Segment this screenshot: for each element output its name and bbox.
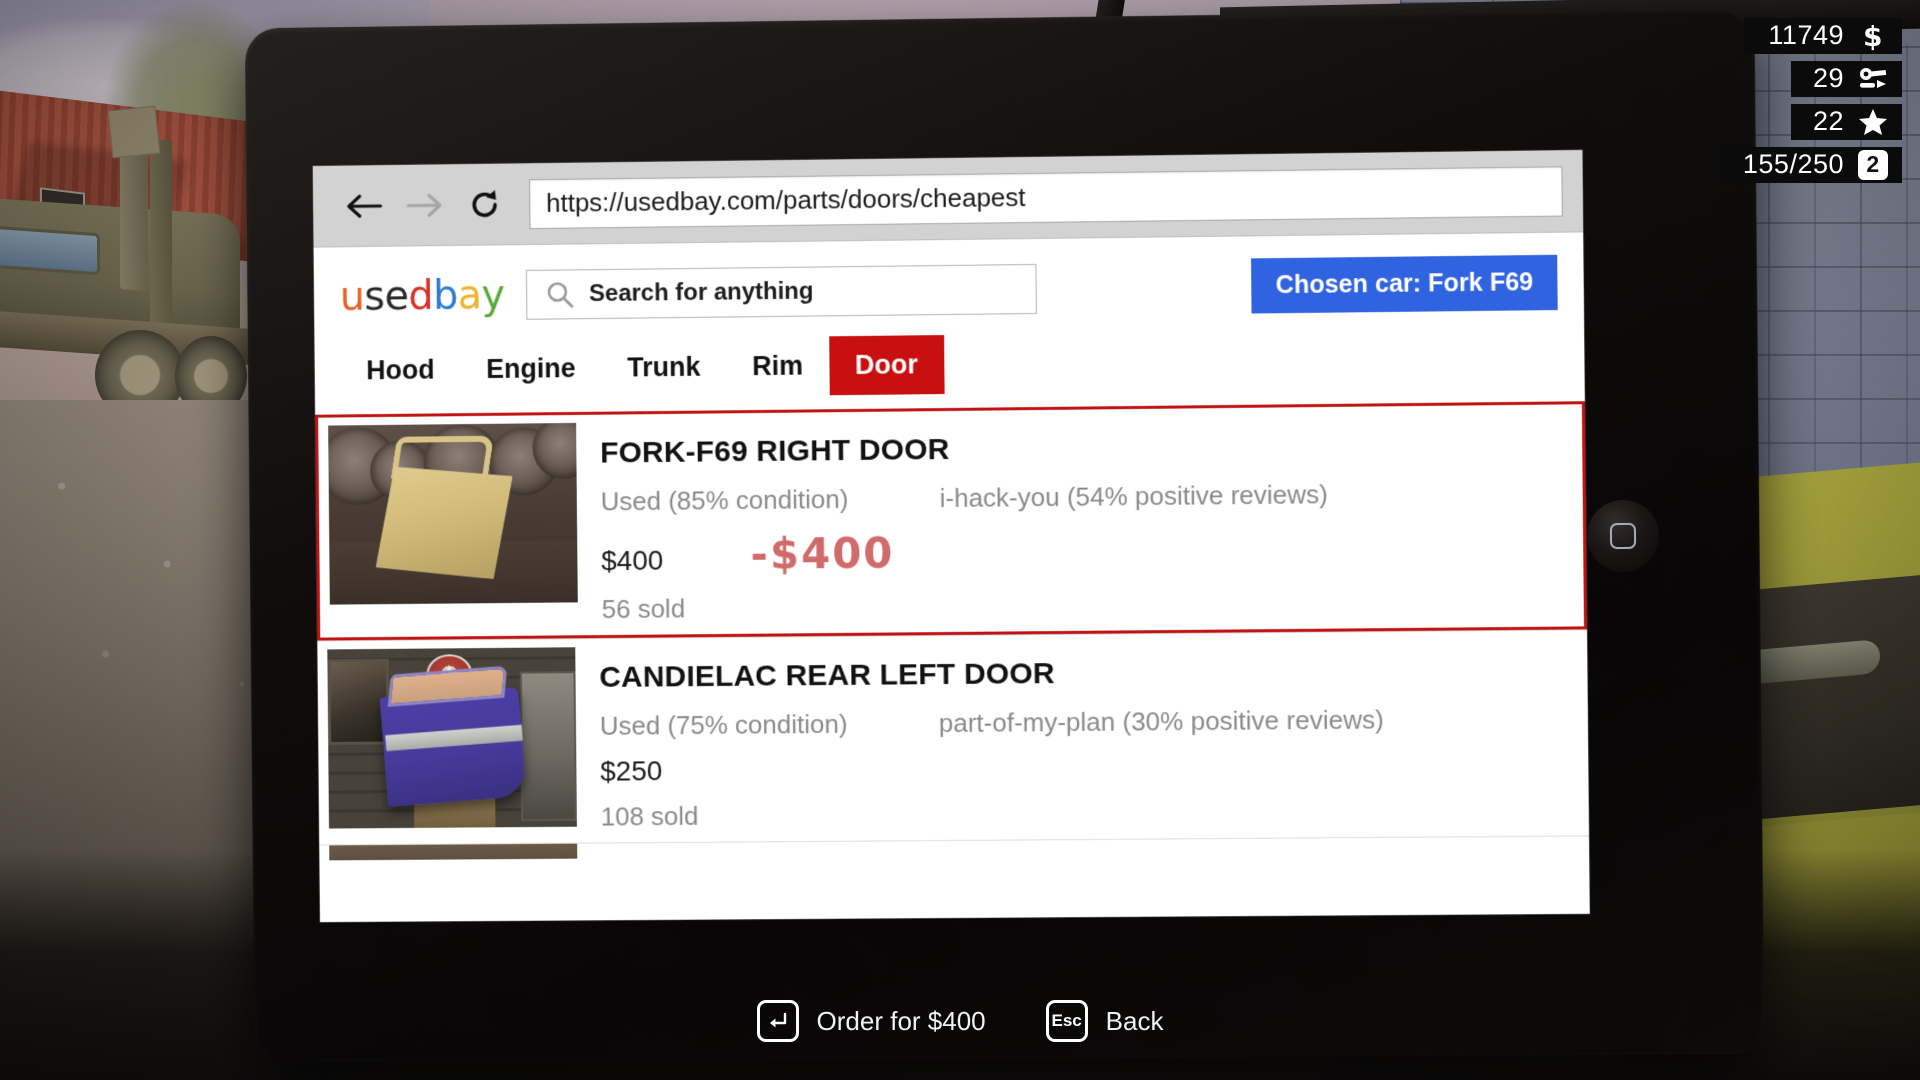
listing-seller: i-hack-you (54% positive reviews) — [939, 479, 1329, 514]
svg-text:$: $ — [1863, 21, 1883, 51]
hint-back[interactable]: Esc Back — [1045, 1000, 1164, 1042]
search-icon — [545, 279, 575, 309]
listing-thumbnail-candielac-door: ★ — [327, 647, 577, 829]
truck-rail — [150, 139, 172, 331]
tab-trunk[interactable]: Trunk — [601, 337, 726, 397]
tablet-screen: https://usedbay.com/parts/doors/cheapest… — [312, 149, 1590, 923]
logo-char-a: a — [457, 271, 482, 319]
hud-experience-value: 155/250 — [1742, 149, 1844, 179]
chosen-car-button[interactable]: Chosen car: Fork F69 — [1251, 254, 1558, 314]
listing-price: $400 — [601, 544, 664, 577]
hint-order-label: Order for $400 — [816, 1005, 986, 1036]
tab-rim[interactable]: Rim — [726, 336, 829, 396]
listing-price-row: $400 -$400 — [601, 522, 1563, 580]
listing-meta: Used (75% condition) part-of-my-plan (30… — [600, 703, 1568, 742]
hud-wrench: 29 — [1790, 61, 1902, 97]
site-header: usedbay Search for anything Chosen car: … — [314, 232, 1584, 332]
tab-door[interactable]: Door — [828, 335, 945, 396]
listing-meta: Used (85% condition) i-hack-you (54% pos… — [601, 477, 1563, 518]
hud: 11749 $ 29 22 155/250 2 — [1662, 18, 1902, 190]
enter-key-icon — [756, 1000, 799, 1042]
url-text: https://usedbay.com/parts/doors/cheapest — [546, 182, 1026, 218]
search-placeholder: Search for anything — [588, 277, 814, 307]
usedbay-logo[interactable]: usedbay — [340, 272, 505, 320]
listing-price: $250 — [600, 755, 663, 787]
home-square-icon — [1609, 522, 1637, 550]
listing-results: FORK-F69 RIGHT DOOR Used (85% condition)… — [315, 401, 1590, 861]
mechanic-tools-icon — [1858, 66, 1888, 92]
logo-char-d: d — [408, 272, 434, 319]
logo-char-s: s — [364, 273, 385, 320]
hud-stars-value: 22 — [1812, 106, 1844, 136]
listing-condition: Used (85% condition) — [600, 484, 849, 517]
star-icon — [1858, 108, 1888, 136]
shop-door — [519, 671, 577, 822]
listing-thumbnail-partial — [329, 843, 578, 861]
address-bar[interactable]: https://usedbay.com/parts/doors/cheapest — [529, 165, 1563, 229]
tab-engine[interactable]: Engine — [460, 339, 602, 399]
hud-stars: 22 — [1790, 104, 1902, 140]
listing-price-row: $250 — [600, 748, 1568, 788]
search-input[interactable]: Search for anything — [526, 263, 1038, 320]
tablet-home-button[interactable] — [1586, 499, 1660, 573]
truck-cargo-plate — [107, 105, 161, 159]
hud-experience: 155/250 2 — [1718, 147, 1902, 183]
hud-money: 11749 $ — [1744, 18, 1902, 54]
listing-item[interactable]: ★ CANDIELAC REAR LEFT DOOR Used (75% con… — [317, 629, 1590, 845]
hint-order[interactable]: Order for $400 — [756, 1000, 986, 1042]
listing-title: CANDIELAC REAR LEFT DOOR — [599, 657, 1056, 694]
listing-seller: part-of-my-plan (30% positive reviews) — [938, 704, 1384, 739]
esc-key-icon: Esc — [1045, 1000, 1088, 1042]
hint-back-label: Back — [1105, 1005, 1164, 1036]
tan-door-panel — [375, 467, 514, 580]
browser-toolbar: https://usedbay.com/parts/doors/cheapest — [312, 149, 1584, 248]
listing-condition: Used (75% condition) — [599, 708, 848, 741]
back-arrow-icon[interactable] — [333, 190, 395, 221]
truck-exhaust-pipe — [120, 149, 148, 291]
hud-wrench-value: 29 — [1812, 63, 1844, 93]
logo-char-u: u — [339, 273, 365, 320]
listing-item-selected[interactable]: FORK-F69 RIGHT DOOR Used (85% condition)… — [315, 401, 1588, 641]
logo-char-e: e — [384, 272, 409, 319]
forward-arrow-icon — [394, 190, 456, 221]
category-tabs: Hood Engine Trunk Rim Door — [314, 318, 1584, 401]
web-page: usedbay Search for anything Chosen car: … — [313, 232, 1590, 923]
listing-thumbnail-fork-door — [328, 422, 578, 605]
hud-money-value: 11749 — [1768, 20, 1844, 50]
logo-char-y: y — [481, 271, 505, 318]
listing-sold-count: 108 sold — [600, 800, 699, 832]
listing-price-delta: -$400 — [750, 528, 895, 579]
tab-hood[interactable]: Hood — [340, 340, 460, 400]
listing-info: CANDIELAC REAR LEFT DOOR Used (75% condi… — [575, 630, 1589, 842]
logo-char-b: b — [432, 272, 459, 319]
tablet-device: https://usedbay.com/parts/doors/cheapest… — [244, 7, 1765, 1063]
reload-icon[interactable] — [456, 186, 514, 223]
listing-sold-count: 56 sold — [601, 593, 686, 625]
dollar-icon: $ — [1858, 21, 1888, 51]
hud-level-badge: 2 — [1858, 149, 1888, 180]
listing-title: FORK-F69 RIGHT DOOR — [600, 432, 950, 470]
listing-info: FORK-F69 RIGHT DOOR Used (85% condition)… — [576, 404, 1584, 635]
control-hints: Order for $400 Esc Back — [0, 1000, 1920, 1042]
